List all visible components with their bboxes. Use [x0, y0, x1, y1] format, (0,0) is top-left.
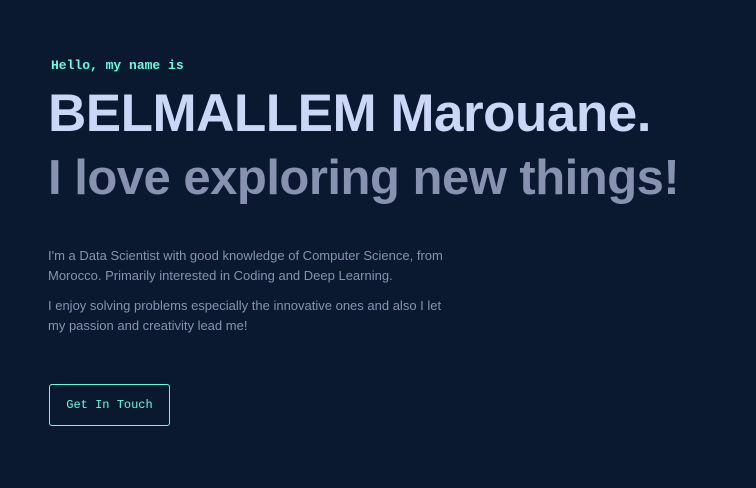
- greeting-text: Hello, my name is: [51, 58, 184, 73]
- bio-paragraph: I'm a Data Scientist with good knowledge…: [48, 248, 443, 283]
- get-in-touch-button[interactable]: Get In Touch: [49, 384, 170, 426]
- hero-section: Hello, my name is BELMALLEM Marouane. I …: [0, 0, 756, 488]
- bio-text: I'm a Data Scientist with good knowledge…: [48, 246, 448, 346]
- tagline-heading: I love exploring new things!: [48, 151, 680, 205]
- bio-paragraph: I enjoy solving problems especially the …: [48, 298, 442, 333]
- name-heading: BELMALLEM Marouane.: [48, 84, 651, 143]
